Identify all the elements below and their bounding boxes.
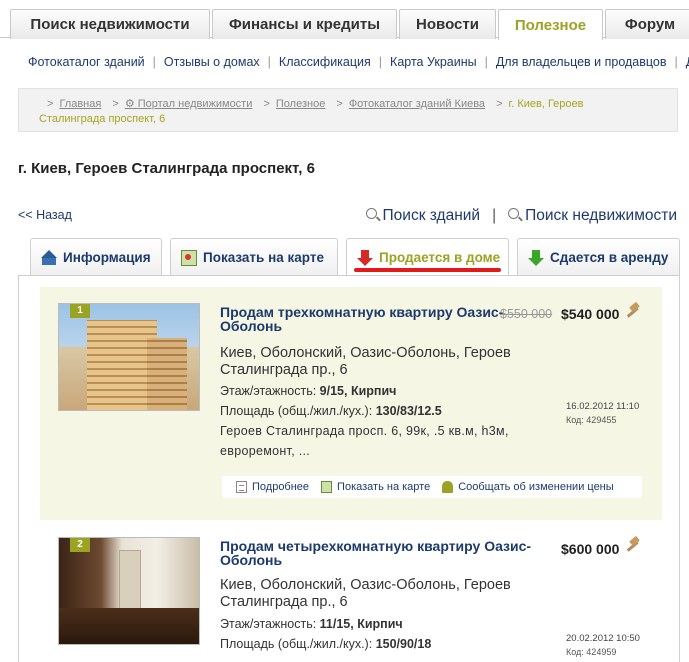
breadcrumb-arrow: >: [496, 98, 503, 110]
breadcrumb-useful[interactable]: Полезное: [276, 98, 325, 110]
listing-number-badge: 2: [70, 538, 90, 552]
listing-title[interactable]: Продам трехкомнатную квартиру Оазис-Обол…: [220, 305, 520, 333]
price-alert-label: Сообщать об изменении цены: [458, 481, 614, 493]
tab-for-rent-label: Сдается в аренду: [550, 250, 669, 265]
search-buildings-label: Поиск зданий: [382, 207, 481, 224]
top-tab-forum[interactable]: Форум: [605, 9, 689, 39]
auction-hammer-icon[interactable]: [624, 304, 640, 318]
listing-date: 20.02.2012 10:50: [566, 633, 640, 644]
tab-show-on-map[interactable]: Показать на карте: [170, 238, 338, 276]
subnav-separator: |: [674, 55, 678, 69]
top-tab-news[interactable]: Новости: [399, 9, 496, 39]
breadcrumb-arrow: >: [112, 98, 119, 110]
listing-photo[interactable]: 2: [58, 537, 200, 645]
subnav-ukraine-map[interactable]: Карта Украины: [390, 55, 477, 69]
listing-old-price: $550 000: [500, 307, 553, 321]
subnav-separator: |: [267, 55, 271, 69]
bell-icon: [442, 481, 454, 493]
listing-number-badge: 1: [70, 304, 90, 318]
floor-label: Этаж/этажность:: [220, 617, 317, 631]
listing-address: Киев, Оболонский, Оазис-Оболонь, Героев …: [220, 577, 511, 610]
breadcrumb-portal-label: Портал недвижимости: [137, 98, 253, 110]
breadcrumb: > Главная > ⚙ Портал недвижимости > Полезно…: [18, 88, 678, 132]
listing-photo[interactable]: 1: [58, 303, 200, 411]
subnav-owners-sellers[interactable]: Для владельцев и продавцов: [496, 55, 667, 69]
listing-area: Площадь (общ./жил./кух.): 150/90/18: [220, 637, 431, 651]
subnav-separator: |: [378, 55, 383, 69]
red-down-arrow-icon: [357, 249, 373, 266]
listing-floor: Этаж/этажность: 11/15, Кирпич: [220, 617, 403, 631]
listing-item: 2 Продам четырехкомнатную квартиру Оазис…: [40, 525, 662, 662]
breadcrumb-home[interactable]: Главная: [59, 98, 101, 110]
building-image: [147, 338, 187, 410]
listing-map-link[interactable]: Показать на карте: [321, 481, 430, 493]
document-icon: [236, 481, 247, 493]
top-tab-realty-search[interactable]: Поиск недвижимости: [10, 9, 210, 39]
tab-for-sale-label: Продается в доме: [379, 250, 501, 265]
details-link[interactable]: Подробнее: [236, 481, 309, 493]
interior-image: [59, 608, 199, 644]
subnav-house-reviews[interactable]: Отзывы о домах: [164, 55, 260, 69]
listing-actions: Подробнее Показать на карте Сообщать об …: [222, 476, 642, 498]
area-value: 130/83/12.5: [375, 404, 442, 418]
listing-address: Киев, Оболонский, Оазис-Оболонь, Героев …: [220, 345, 511, 378]
breadcrumb-current: г. Киев, Героев: [508, 98, 584, 110]
area-value: 150/90/18: [375, 637, 432, 651]
details-label: Подробнее: [252, 481, 310, 493]
magnifier-icon: [365, 208, 377, 219]
map-icon: [181, 249, 197, 266]
listing-description: Героев Сталинграда просп. 6, 99к, .5 кв.…: [220, 424, 509, 458]
back-link[interactable]: << Назад: [18, 208, 72, 222]
tab-information[interactable]: Информация: [30, 238, 162, 276]
home-icon: [41, 249, 57, 266]
sub-navigation: Фотокаталог зданий | Отзывы о домах | Класси…: [28, 55, 689, 69]
red-annotation-underline: [354, 268, 501, 272]
listing-floor: Этаж/этажность: 9/15, Кирпич: [220, 384, 396, 398]
subnav-separator: |: [484, 55, 488, 69]
interior-image: [119, 550, 141, 610]
breadcrumb-arrow: >: [263, 98, 270, 110]
top-navigation: Поиск недвижимости Финансы и кредиты Нов…: [0, 0, 689, 40]
breadcrumb-arrow: >: [47, 98, 54, 110]
magnifier-icon: [508, 208, 520, 219]
price-alert-link[interactable]: Сообщать об изменении цены: [442, 481, 614, 493]
listing-date: 16.02.2012 11:10: [566, 401, 640, 412]
tab-for-rent[interactable]: Сдается в аренду: [517, 238, 680, 276]
portal-icon: ⚙: [124, 98, 138, 110]
listing-map-label: Показать на карте: [337, 481, 431, 493]
floor-value: 9/15, Кирпич: [319, 384, 397, 398]
area-label: Площадь (общ./жил./кух.):: [220, 637, 373, 651]
page-title: г. Киев, Героев Сталинграда проспект, 6: [18, 160, 315, 177]
listing-item: 1 Продам трехкомнатную квартиру Оазис-Об…: [40, 287, 662, 520]
search-links: Поиск зданий | Поиск недвижимости: [365, 207, 677, 225]
breadcrumb-portal[interactable]: ⚙ Портал недвижимости: [125, 98, 253, 110]
search-buildings-link[interactable]: Поиск зданий: [365, 207, 481, 225]
top-tab-finance[interactable]: Финансы и кредиты: [212, 9, 397, 39]
map-icon: [321, 481, 333, 493]
breadcrumb-current-cont: Сталинграда проспект, 6: [39, 113, 166, 125]
search-separator: |: [492, 207, 497, 224]
breadcrumb-kiev-catalog[interactable]: Фотокаталог зданий Киева: [349, 98, 485, 110]
listing-code: Код: 429455: [566, 415, 617, 425]
green-down-arrow-icon: [528, 249, 544, 266]
floor-label: Этаж/этажность:: [220, 384, 317, 398]
listing-title[interactable]: Продам четырехкомнатную квартиру Оазис-О…: [220, 539, 550, 567]
top-tab-useful[interactable]: Полезное: [498, 9, 603, 40]
auction-hammer-icon[interactable]: [624, 538, 640, 552]
listing-area: Площадь (общ./жил./кух.): 130/83/12.5: [220, 404, 442, 418]
breadcrumb-arrow: >: [336, 98, 343, 110]
area-label: Площадь (общ./жил./кух.):: [220, 404, 373, 418]
subnav-separator: |: [152, 55, 156, 69]
listing-price: $600 000: [561, 541, 620, 557]
subnav-classification[interactable]: Классификация: [279, 55, 371, 69]
listing-code: Код: 424959: [566, 647, 617, 657]
listing-price: $540 000: [561, 306, 620, 322]
tab-show-on-map-label: Показать на карте: [203, 250, 324, 265]
subnav-photo-catalog[interactable]: Фотокаталог зданий: [28, 55, 145, 69]
search-realty-label: Поиск недвижимости: [525, 207, 677, 224]
tab-information-label: Информация: [63, 250, 151, 265]
floor-value: 11/15, Кирпич: [319, 617, 403, 631]
search-realty-link[interactable]: Поиск недвижимости: [508, 207, 677, 225]
